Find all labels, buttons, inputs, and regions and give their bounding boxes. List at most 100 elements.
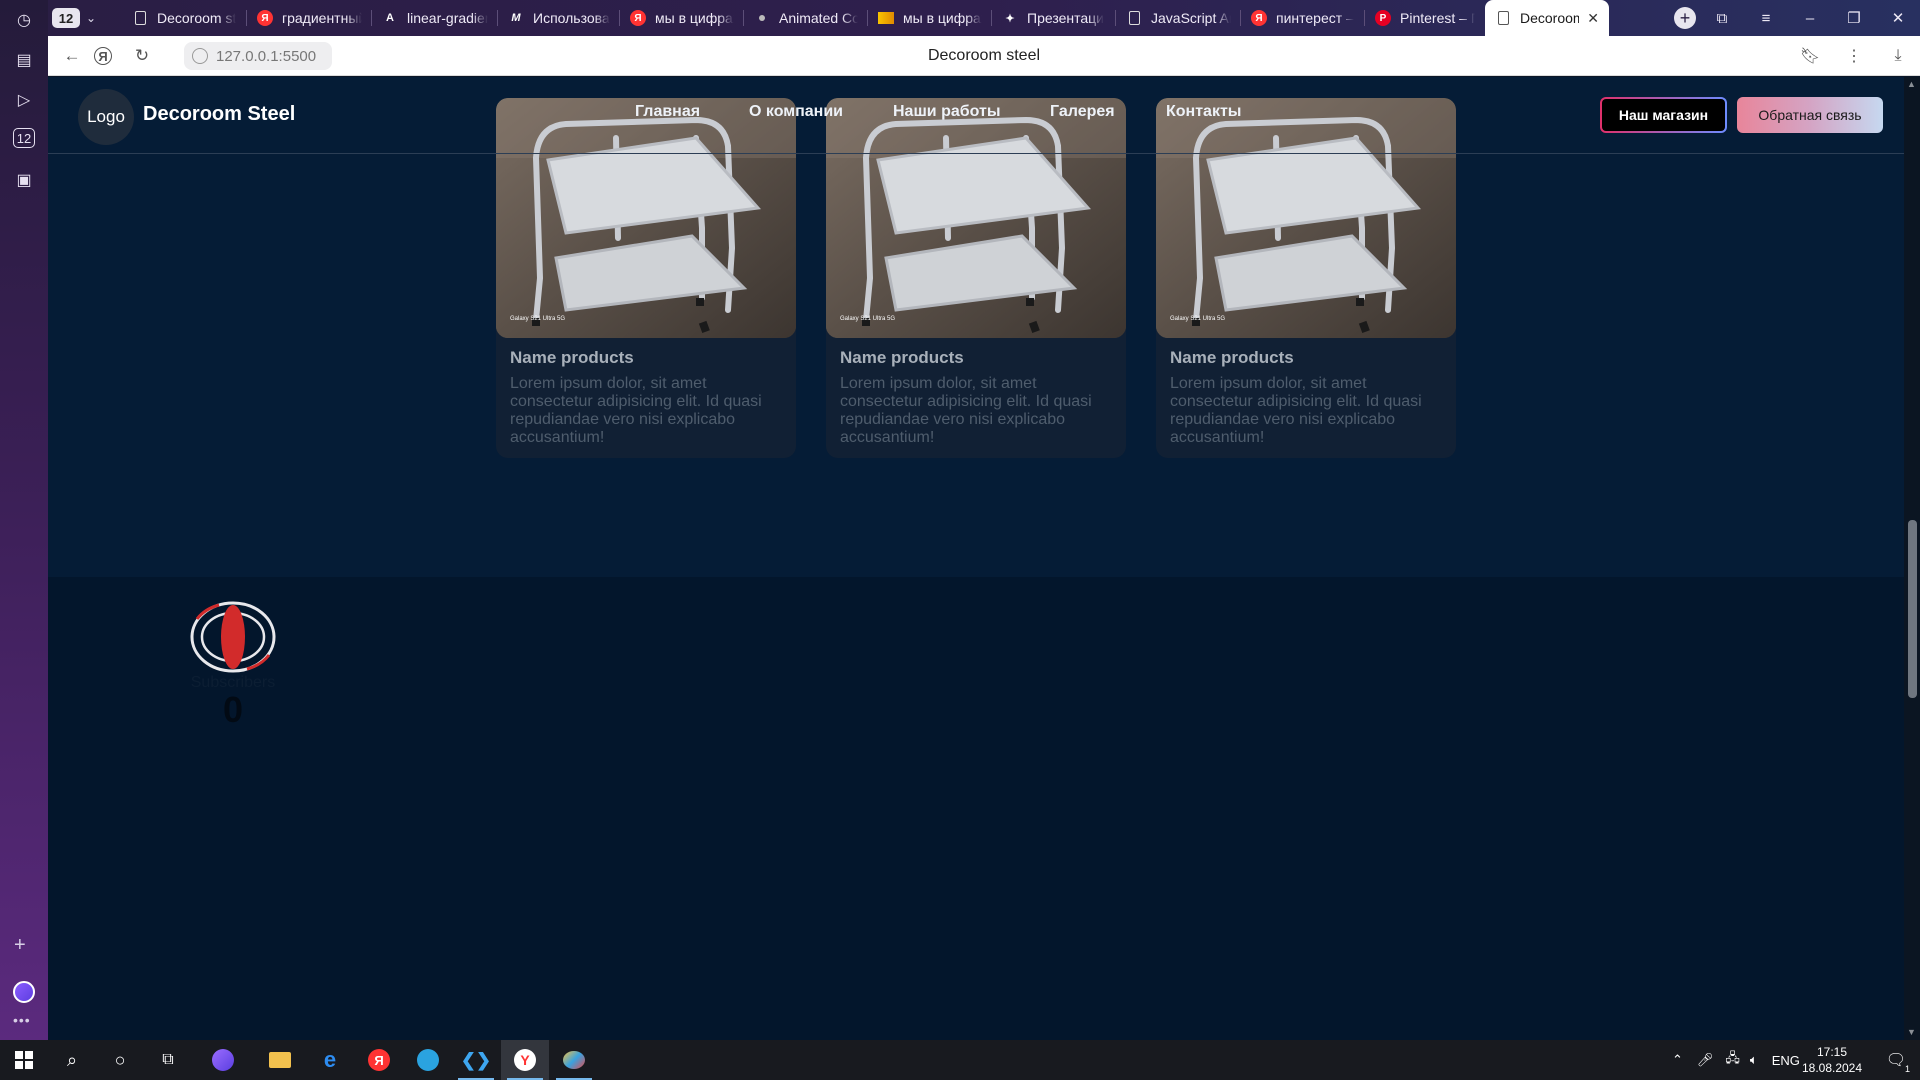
- browser-tab[interactable]: мы в цифрах: [868, 0, 992, 36]
- shop-button[interactable]: Наш магазин: [1600, 97, 1727, 133]
- favicon-icon: [754, 10, 770, 26]
- close-tab-icon[interactable]: ✕: [1587, 10, 1599, 27]
- edge-icon[interactable]: e: [306, 1040, 354, 1080]
- telegram-icon[interactable]: [404, 1040, 452, 1080]
- tab-title: мы в цифрах: [655, 10, 734, 26]
- add-panel-icon[interactable]: +: [14, 934, 26, 957]
- tab-title: Animated Co: [779, 10, 858, 26]
- windows-start-icon[interactable]: [0, 1040, 48, 1080]
- scroll-down-icon[interactable]: ▼: [1907, 1027, 1916, 1037]
- tab-count-button[interactable]: 12 ⌄: [50, 6, 110, 30]
- new-tab-button[interactable]: +: [1674, 7, 1696, 29]
- favicon-icon: A: [386, 12, 394, 24]
- camera-caption: Galaxy S21 Ultra 5G: [510, 316, 566, 322]
- browser-tab[interactable]: Decoroom ✕: [1485, 0, 1609, 36]
- language-indicator[interactable]: ENG: [1772, 1053, 1800, 1068]
- browser-tab[interactable]: Яградиентный: [247, 0, 372, 36]
- browser-tab[interactable]: Animated Co: [744, 0, 868, 36]
- product-name: Name products: [840, 348, 964, 367]
- camera-caption: Galaxy S21 Ultra 5G: [840, 316, 896, 322]
- tabs-strip: Decoroom st Яградиентный Alinear-gradier M И…: [122, 0, 1609, 36]
- close-window-button[interactable]: ✕: [1876, 0, 1920, 36]
- chevron-down-icon: ⌄: [86, 11, 97, 25]
- notification-count: 1: [1904, 1064, 1910, 1074]
- tab-title: linear-gradier: [407, 10, 488, 26]
- camera-caption: Galaxy S21 Ultra 5G: [1170, 316, 1226, 322]
- task-view-icon[interactable]: ⧉: [144, 1040, 192, 1080]
- favicon-icon: Я: [630, 10, 646, 26]
- collections-icon[interactable]: ▤: [12, 48, 36, 72]
- address-bar: ← Я ↻ 127.0.0.1:5500 Decoroom steel 🔖︎ ⋮…: [48, 36, 1920, 76]
- tab-title: градиентный: [282, 10, 362, 26]
- nav-item-about[interactable]: О компании: [749, 103, 843, 121]
- tab-bar: 12 ⌄ Decoroom st Яградиентный Alinear-grad…: [48, 0, 1920, 36]
- screenshot-icon[interactable]: ▣: [12, 168, 36, 192]
- yandex-icon[interactable]: Я: [355, 1040, 403, 1080]
- tab-title: JavaScript Ar: [1151, 10, 1231, 26]
- alice-app-icon[interactable]: [199, 1040, 247, 1080]
- site-header: Logo Decoroom Steel Главная О компании Н…: [48, 77, 1904, 154]
- microphone-icon[interactable]: 🎤︎: [1697, 1052, 1714, 1068]
- history-icon[interactable]: ◷: [12, 8, 36, 32]
- notifications-icon[interactable]: 🗨︎ 1: [1872, 1040, 1920, 1080]
- alice-assistant-icon[interactable]: [13, 981, 35, 1003]
- tray-overflow-icon[interactable]: ⌃: [1672, 1052, 1683, 1068]
- page-title: Decoroom steel: [927, 47, 1041, 64]
- scroll-up-icon[interactable]: ▲: [1907, 79, 1916, 89]
- minimize-button[interactable]: –: [1788, 0, 1832, 36]
- nav-item-gallery[interactable]: Галерея: [1050, 103, 1115, 121]
- browser-tab[interactable]: ✦ Презентаци: [992, 0, 1116, 36]
- favicon-icon: P: [1375, 10, 1391, 26]
- scrollbar-thumb[interactable]: [1908, 520, 1917, 698]
- menu-icon[interactable]: ≡: [1744, 0, 1788, 36]
- system-tray: ⌃ 🎤︎ 🖧︎ 🔈︎ ENG: [1672, 1040, 1800, 1080]
- subscribers-stat: Subscribers 0: [188, 599, 278, 728]
- vscode-icon[interactable]: ❮❯: [452, 1040, 500, 1080]
- browser-tab[interactable]: Япинтерест –: [1241, 0, 1365, 36]
- search-icon[interactable]: ⌕: [48, 1040, 96, 1080]
- favicon-icon: [1126, 10, 1142, 26]
- nav-item-works[interactable]: Наши работы: [893, 103, 1001, 121]
- restore-button[interactable]: ❐: [1832, 0, 1876, 36]
- tab-title: мы в цифрах: [903, 10, 982, 26]
- video-icon[interactable]: ▷: [12, 88, 36, 112]
- favicon-icon: Я: [257, 10, 273, 26]
- network-icon[interactable]: 🖧︎: [1725, 1049, 1740, 1071]
- feedback-button[interactable]: Обратная связь: [1737, 97, 1883, 133]
- browser-tab[interactable]: Decoroom st: [122, 0, 247, 36]
- windows-taskbar: ⌕ ○ ⧉ e Я ❮❯ Y ⌃ 🎤︎ 🖧︎ 🔈︎ ENG 17:15 18.0…: [0, 1040, 1920, 1080]
- browser-tab[interactable]: Alinear-gradier: [372, 0, 498, 36]
- browser-tab[interactable]: M Использован: [498, 0, 620, 36]
- volume-icon[interactable]: 🔈︎: [1750, 1052, 1758, 1068]
- file-explorer-icon[interactable]: [256, 1040, 304, 1080]
- tab-counter-icon[interactable]: 12: [13, 128, 35, 148]
- favicon-icon: ✦: [1005, 12, 1015, 25]
- favicon-icon: M: [511, 12, 521, 24]
- product-name: Name products: [1170, 348, 1294, 367]
- favicon-icon: [132, 10, 148, 26]
- tab-title: Использован: [533, 10, 610, 26]
- clock[interactable]: 17:15 18.08.2024: [1800, 1044, 1864, 1076]
- page-scrollbar[interactable]: ▲ ▼: [1904, 77, 1920, 1040]
- product-description: Lorem ipsum dolor, sit amet consectetur …: [840, 375, 1092, 446]
- stats-section: [48, 577, 1904, 1040]
- more-icon[interactable]: •••: [13, 1012, 31, 1028]
- more-options-icon[interactable]: ⋮: [1832, 44, 1876, 68]
- clock-date: 18.08.2024: [1801, 1061, 1863, 1075]
- downloads-icon[interactable]: ⤓: [1876, 44, 1920, 68]
- subscribers-icon: [190, 601, 276, 673]
- tab-manager-icon[interactable]: ⧉: [1700, 0, 1744, 36]
- product-description: Lorem ipsum dolor, sit amet consectetur …: [1170, 375, 1422, 446]
- nav-item-home[interactable]: Главная: [635, 103, 700, 121]
- nav-item-contacts[interactable]: Контакты: [1166, 103, 1241, 121]
- browser-tab[interactable]: P Pinterest – Пi: [1365, 0, 1485, 36]
- browser-tab[interactable]: JavaScript Ar: [1116, 0, 1241, 36]
- page-content: Logo Decoroom Steel Главная О компании Н…: [48, 77, 1904, 1040]
- browser-sidebar: ◷ ▤ ▷ 12 ▣ + •••: [0, 0, 48, 1040]
- paint-icon[interactable]: [550, 1040, 598, 1080]
- cortana-icon[interactable]: ○: [96, 1040, 144, 1080]
- bookmark-icon[interactable]: 🔖︎: [1788, 44, 1832, 68]
- browser-tab[interactable]: Ямы в цифрах: [620, 0, 744, 36]
- favicon-icon: [878, 10, 894, 26]
- yandex-browser-icon[interactable]: Y: [501, 1040, 549, 1080]
